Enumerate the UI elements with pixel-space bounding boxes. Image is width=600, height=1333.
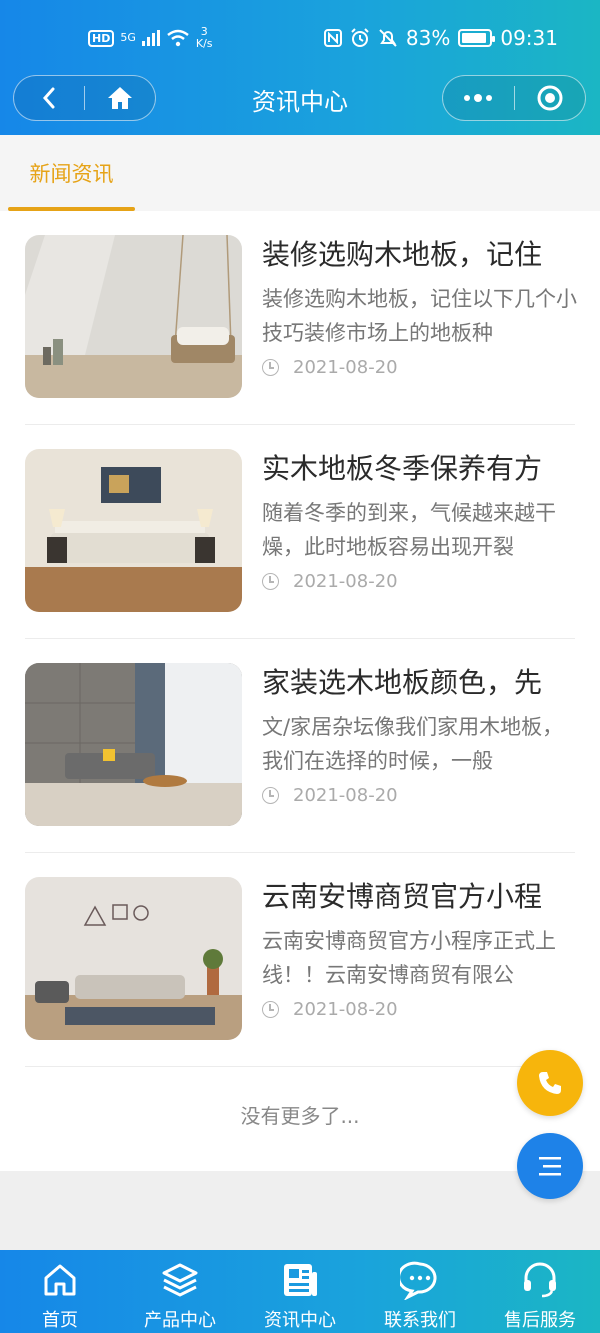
article-title: 家装选木地板颜色，先 xyxy=(262,666,543,699)
clock-icon xyxy=(262,1001,279,1018)
app-header: HD 5G 3 K/s 83% 09:31 资讯中心 xyxy=(0,0,600,135)
article-summary: 随着冬季的到来，气候越来越干燥，此时地板容易出现开裂 xyxy=(262,501,556,559)
article-summary: 文/家居杂坛像我们家用木地板，我们在选择的时候，一般 xyxy=(262,715,564,773)
article-date: 2021-08-20 xyxy=(262,571,398,592)
article-thumbnail xyxy=(25,235,242,398)
battery-icon xyxy=(458,29,496,47)
clock-icon xyxy=(262,359,279,376)
hd-indicator: HD xyxy=(88,29,115,47)
net-speed: 3 K/s xyxy=(196,26,213,50)
article-thumbnail xyxy=(25,877,242,1040)
close-mini-program-button[interactable] xyxy=(515,75,586,121)
chat-icon xyxy=(400,1261,437,1300)
article-date: 2021-08-20 xyxy=(262,357,398,378)
article-title: 实木地板冬季保养有方 xyxy=(262,452,543,485)
clock-icon xyxy=(262,787,279,804)
clock-time: 09:31 xyxy=(500,26,558,50)
wifi-icon xyxy=(167,29,189,47)
home-icon xyxy=(44,1264,76,1296)
article-list: 装修选购木地板，记住 装修选购木地板，记住以下几个小技巧装修市场上的地板种 20… xyxy=(0,211,600,1171)
tab-news-center[interactable]: 资讯中心 xyxy=(240,1250,360,1333)
article-date-text: 2021-08-20 xyxy=(293,999,398,1020)
article-title: 云南安博商贸官方小程 xyxy=(262,880,543,913)
article-date: 2021-08-20 xyxy=(262,999,398,1020)
menu-icon xyxy=(539,1157,561,1176)
list-end-text: 没有更多了... xyxy=(240,1104,360,1128)
divider xyxy=(25,1066,575,1067)
tab-news[interactable]: 新闻资讯 xyxy=(8,135,135,211)
nfc-icon xyxy=(323,29,342,47)
article-date-text: 2021-08-20 xyxy=(293,357,398,378)
tab-label: 产品中心 xyxy=(144,1310,216,1331)
tab-home[interactable]: 首页 xyxy=(0,1250,120,1333)
mute-icon xyxy=(379,29,397,47)
article-item[interactable]: 云南安博商贸官方小程 云南安博商贸官方小程序正式上线！！云南安博商贸有限公 20… xyxy=(0,853,600,1067)
call-button[interactable] xyxy=(517,1050,583,1116)
tab-label: 首页 xyxy=(42,1310,78,1331)
tab-label: 资讯中心 xyxy=(264,1310,336,1331)
speed-unit: K/s xyxy=(195,37,213,50)
alarm-icon xyxy=(351,28,369,47)
news-icon xyxy=(284,1264,317,1296)
battery-percent: 83% xyxy=(405,26,451,50)
tab-after-sales[interactable]: 售后服务 xyxy=(480,1250,600,1333)
layers-icon xyxy=(162,1263,198,1297)
phone-icon xyxy=(539,1072,561,1094)
article-item[interactable]: 实木地板冬季保养有方 随着冬季的到来，气候越来越干燥，此时地板容易出现开裂 20… xyxy=(0,425,600,639)
mini-program-capsule xyxy=(442,75,586,121)
headset-icon xyxy=(524,1262,556,1298)
tab-label: 售后服务 xyxy=(504,1310,576,1331)
article-date-text: 2021-08-20 xyxy=(293,785,398,806)
category-tabs: 新闻资讯 xyxy=(0,135,600,211)
article-summary: 装修选购木地板，记住以下几个小技巧装修市场上的地板种 xyxy=(262,287,577,345)
tab-label: 联系我们 xyxy=(384,1310,456,1331)
clock-icon xyxy=(262,573,279,590)
status-bar: HD 5G 3 K/s 83% 09:31 xyxy=(0,18,600,58)
article-date-text: 2021-08-20 xyxy=(293,571,398,592)
bottom-tab-bar: 首页 产品中心 资讯中心 联系我们 售后服务 xyxy=(0,1250,600,1333)
target-icon xyxy=(537,85,563,111)
tab-contact[interactable]: 联系我们 xyxy=(360,1250,480,1333)
network-type: 5G xyxy=(120,31,136,44)
article-summary: 云南安博商贸官方小程序正式上线！！云南安博商贸有限公 xyxy=(262,929,556,987)
article-item[interactable]: 家装选木地板颜色，先 文/家居杂坛像我们家用木地板，我们在选择的时候，一般 20… xyxy=(0,639,600,853)
article-title: 装修选购木地板，记住 xyxy=(262,238,543,271)
more-button[interactable] xyxy=(443,75,514,121)
signal-icon xyxy=(141,30,160,46)
article-thumbnail xyxy=(25,663,242,826)
menu-button[interactable] xyxy=(517,1133,583,1199)
article-item[interactable]: 装修选购木地板，记住 装修选购木地板，记住以下几个小技巧装修市场上的地板种 20… xyxy=(0,211,600,425)
article-date: 2021-08-20 xyxy=(262,785,398,806)
tab-products[interactable]: 产品中心 xyxy=(120,1250,240,1333)
more-dots-icon xyxy=(464,94,493,102)
article-thumbnail xyxy=(25,449,242,612)
